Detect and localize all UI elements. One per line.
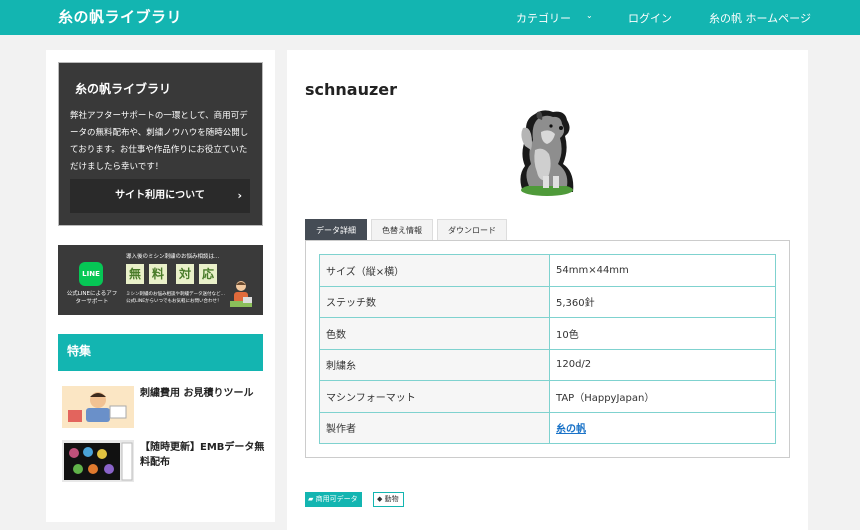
site-header: 糸の帆ライブラリ カテゴリー ⌄ ログイン 糸の帆 ホームページ <box>0 0 860 35</box>
site-usage-button[interactable]: サイト利用について › <box>70 179 250 213</box>
spec-key: サイズ（縦×横） <box>319 254 550 287</box>
category-chip[interactable]: ▰ 商用可データ <box>305 492 362 507</box>
spec-value: 5,360針 <box>549 285 776 318</box>
table-row: ステッチ数 5,360針 <box>319 285 776 318</box>
folder-icon: ▰ <box>308 495 316 503</box>
spec-table: サイズ（縦×横） 54mm×44mm ステッチ数 5,360針 色数 10色 刺… <box>319 254 776 444</box>
support-person-icon <box>230 281 252 307</box>
line-caption: 公式LINEによるアフターサポート <box>66 291 118 305</box>
tab-panel: サイズ（縦×横） 54mm×44mm ステッチ数 5,360針 色数 10色 刺… <box>305 240 790 458</box>
tab-data-details[interactable]: データ詳細 <box>305 219 367 240</box>
table-row: マシンフォーマット TAP（HappyJapan） <box>319 380 776 413</box>
free-char: 無 <box>126 264 144 284</box>
chevron-down-icon[interactable]: ⌄ <box>586 11 593 20</box>
spec-value: 10色 <box>549 317 776 350</box>
site-usage-label: サイト利用について <box>115 190 205 201</box>
site-title[interactable]: 糸の帆ライブラリ <box>58 6 182 27</box>
tab-download[interactable]: ダウンロード <box>437 219 507 240</box>
schnauzer-embroidery-image <box>520 110 574 196</box>
spec-key: マシンフォーマット <box>319 380 550 413</box>
feature-section-title: 特集 <box>58 334 263 371</box>
spec-key: 製作者 <box>319 411 550 444</box>
spec-value-cell: 糸の帆 <box>549 411 776 444</box>
category-chip-label: 商用可データ <box>315 495 358 503</box>
spec-key: 刺繍糸 <box>319 348 550 381</box>
free-char: 対 <box>176 264 194 284</box>
table-row: 色数 10色 <box>319 317 776 350</box>
tag-icon: ◆ <box>377 495 385 503</box>
tab-color-change[interactable]: 色替え情報 <box>371 219 433 240</box>
table-row: サイズ（縦×横） 54mm×44mm <box>319 254 776 287</box>
about-widget: 糸の帆ライブラリ 弊社アフターサポートの一環として、商用可データの無料配布や、刺… <box>58 62 263 226</box>
emb-thumbnail <box>62 440 134 482</box>
feature-item-emb[interactable]: 【随時更新】EMBデータ無料配布 <box>60 440 265 488</box>
feature-title[interactable]: 刺繍費用 お見積りツール <box>140 386 265 401</box>
about-title: 糸の帆ライブラリ <box>75 82 172 96</box>
free-char: 料 <box>149 264 167 284</box>
chevron-right-icon: › <box>237 189 242 202</box>
line-support-banner[interactable]: LINE 公式LINEによるアフターサポート 導入後のミシン刺繍のお悩み相談は.… <box>58 245 263 315</box>
line-logo-icon: LINE <box>79 262 103 286</box>
nav-homepage[interactable]: 糸の帆 ホームページ <box>709 10 811 26</box>
sidebar: 糸の帆ライブラリ 弊社アフターサポートの一環として、商用可データの無料配布や、刺… <box>46 50 275 522</box>
tag-chip[interactable]: ◆ 動物 <box>373 492 404 507</box>
feature-title[interactable]: 【随時更新】EMBデータ無料配布 <box>140 440 265 470</box>
line-headline: 導入後のミシン刺繍のお悩み相談は... <box>126 254 220 260</box>
feature-item-estimate[interactable]: 刺繍費用 お見積りツール <box>60 386 263 434</box>
maker-link[interactable]: 糸の帆 <box>556 424 586 435</box>
nav-category[interactable]: カテゴリー <box>516 10 571 26</box>
main-content: schnauzer データ詳細 色替え情報 ダウンロード サイズ（縦×横） 54… <box>287 50 808 530</box>
spec-value: TAP（HappyJapan） <box>549 380 776 413</box>
about-text: 弊社アフターサポートの一環として、商用可データの無料配布や、刺繍ノウハウを随時公… <box>70 111 249 172</box>
line-footnote: ミシン刺繍のお悩み相談や刺繍データ送付など…公式LINEからいつでもお気軽にお問… <box>126 292 225 304</box>
tag-chip-label: 動物 <box>384 495 399 503</box>
estimate-thumbnail <box>62 386 134 428</box>
nav-login[interactable]: ログイン <box>628 10 672 26</box>
spec-value: 120d/2 <box>549 348 776 381</box>
spec-key: 色数 <box>319 317 550 350</box>
table-row: 刺繍糸 120d/2 <box>319 348 776 381</box>
table-row: 製作者 糸の帆 <box>319 411 776 444</box>
free-char: 応 <box>199 264 217 284</box>
spec-value: 54mm×44mm <box>549 254 776 287</box>
spec-key: ステッチ数 <box>319 285 550 318</box>
post-title: schnauzer <box>305 80 398 99</box>
